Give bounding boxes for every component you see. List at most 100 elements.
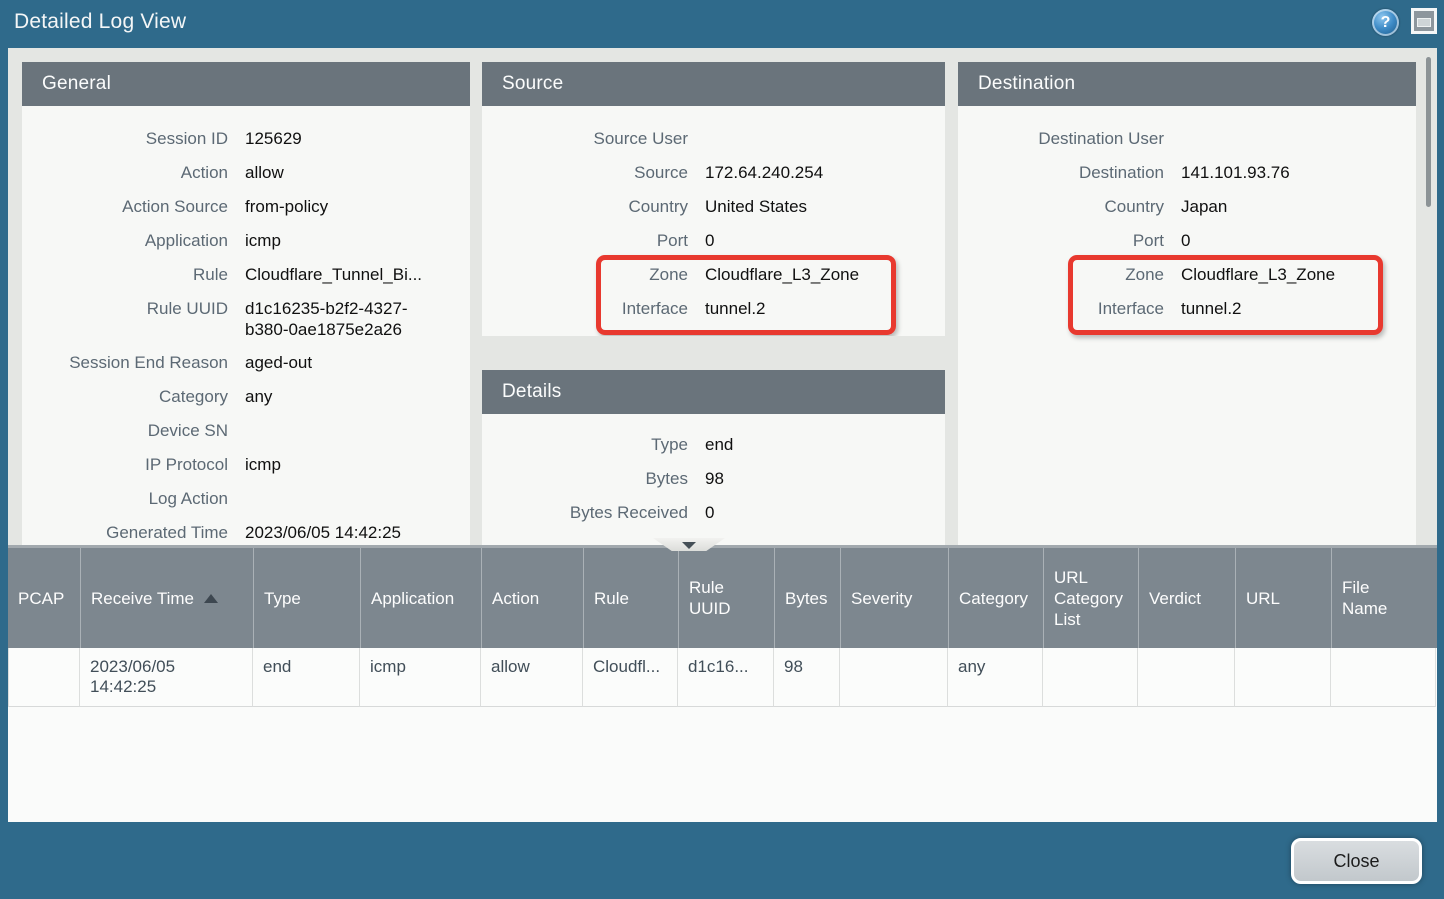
field-value: 0 (1181, 224, 1190, 258)
destination-panel-title: Destination (958, 62, 1416, 106)
field-value: 0 (705, 224, 714, 258)
col-header-label: Receive Time (91, 588, 194, 609)
col-header-url-category-list[interactable]: URL Category List (1043, 548, 1138, 648)
cell-rule: Cloudfl... (583, 648, 678, 707)
field-label: Generated Time (22, 516, 228, 545)
field-label: Zone (958, 258, 1164, 292)
general-panel-title: General (22, 62, 470, 106)
col-header-application[interactable]: Application (360, 548, 481, 648)
details-panel: Details Typeend Bytes98 Bytes Received0 (482, 370, 945, 545)
field-row-interface: Interfacetunnel.2 (482, 292, 945, 326)
field-label: Port (958, 224, 1164, 258)
field-row-bytes-received: Bytes Received0 (482, 496, 945, 530)
cell-action: allow (481, 648, 583, 707)
log-table-header: PCAP Receive Time Type Application Actio… (8, 548, 1437, 648)
col-header-label: Type (264, 588, 301, 609)
log-detail-panels-area: General Session ID125629 Actionallow Act… (8, 48, 1437, 545)
help-glyph: ? (1381, 14, 1391, 32)
source-panel: Source Source User Source 172.64.240.254 … (482, 62, 945, 336)
field-row-session-id: Session ID125629 (22, 122, 470, 156)
col-header-severity[interactable]: Severity (840, 548, 948, 648)
cell-pcap (8, 648, 80, 707)
field-row-interface: Interfacetunnel.2 (958, 292, 1416, 326)
field-label: Log Action (22, 482, 228, 516)
col-header-label: Application (371, 588, 454, 609)
chevron-down-icon (682, 542, 696, 549)
col-header-rule[interactable]: Rule (583, 548, 678, 648)
col-header-label: Verdict (1149, 588, 1201, 609)
field-row-zone: ZoneCloudflare_L3_Zone (482, 258, 945, 292)
field-value: 172.64.240.254 (705, 156, 823, 190)
col-header-label: Bytes (785, 588, 828, 609)
col-header-verdict[interactable]: Verdict (1138, 548, 1235, 648)
field-row-country: CountryUnited States (482, 190, 945, 224)
field-row-generated-time: Generated Time 2023/06/05 14:42:25 (22, 516, 470, 545)
field-value: United States (705, 190, 807, 224)
field-value: Japan (1181, 190, 1227, 224)
col-header-label: PCAP (18, 588, 64, 609)
field-value: 125629 (245, 122, 302, 156)
cell-rule-uuid: d1c16... (678, 648, 774, 707)
cell-file-name (1331, 648, 1436, 707)
cell-severity (840, 648, 948, 707)
col-header-category[interactable]: Category (948, 548, 1043, 648)
col-header-label: Rule (594, 588, 629, 609)
source-panel-body: Source User Source 172.64.240.254 Country… (482, 106, 945, 326)
cell-category: any (948, 648, 1043, 707)
help-icon[interactable]: ? (1372, 9, 1399, 36)
field-label: Interface (482, 292, 688, 326)
col-header-label: Action (492, 588, 539, 609)
col-header-rule-uuid[interactable]: Rule UUID (678, 548, 774, 648)
field-label: Category (22, 380, 228, 414)
field-value: from-policy (245, 190, 328, 224)
field-value: 2023/06/05 14:42:25 (245, 516, 401, 545)
cell-receive-time: 2023/06/05 14:42:25 (80, 648, 253, 707)
col-header-label: URL Category List (1054, 567, 1104, 630)
col-header-action[interactable]: Action (481, 548, 583, 648)
field-value: allow (245, 156, 284, 190)
field-row-country: CountryJapan (958, 190, 1416, 224)
field-label: Bytes (482, 462, 688, 496)
field-label: Source User (482, 122, 688, 156)
maximize-window-icon[interactable] (1411, 8, 1437, 34)
field-value: 98 (705, 462, 724, 496)
field-value: aged-out (245, 346, 312, 380)
field-label: Port (482, 224, 688, 258)
col-header-type[interactable]: Type (253, 548, 360, 648)
field-row-source: Source 172.64.240.254 (482, 156, 945, 190)
field-row-rule-uuid: Rule UUIDd1c16235-b2f2-4327-b380-0ae1875… (22, 292, 470, 346)
field-label: Rule (22, 258, 228, 292)
vertical-scrollbar-thumb[interactable] (1426, 57, 1431, 207)
general-panel: General Session ID125629 Actionallow Act… (22, 62, 470, 545)
log-table-section: PCAP Receive Time Type Application Actio… (8, 545, 1437, 822)
cell-url-category-list (1043, 648, 1138, 707)
field-row-log-action: Log Action (22, 482, 470, 516)
field-label: Session End Reason (22, 346, 228, 380)
col-header-receive-time[interactable]: Receive Time (80, 548, 253, 648)
field-value: d1c16235-b2f2-4327-b380-0ae1875e2a26 (245, 298, 430, 340)
field-value: 0 (705, 496, 714, 530)
source-panel-title: Source (482, 62, 945, 106)
col-header-label: Category (959, 588, 1028, 609)
field-row-source-user: Source User (482, 122, 945, 156)
log-table-row[interactable]: 2023/06/05 14:42:25 end icmp allow Cloud… (8, 648, 1437, 707)
field-row-device-sn: Device SN (22, 414, 470, 448)
titlebar: Detailed Log View ? (0, 0, 1444, 48)
field-row-ip-protocol: IP Protocolicmp (22, 448, 470, 482)
field-value: any (245, 380, 272, 414)
page-title: Detailed Log View (14, 10, 186, 34)
cell-application: icmp (360, 648, 481, 707)
close-button[interactable]: Close (1291, 838, 1422, 884)
field-label: Action Source (22, 190, 228, 224)
field-label: Device SN (22, 414, 228, 448)
field-label: Source (482, 156, 688, 190)
field-row-destination: Destination141.101.93.76 (958, 156, 1416, 190)
col-header-bytes[interactable]: Bytes (774, 548, 840, 648)
col-header-url[interactable]: URL (1235, 548, 1331, 648)
col-header-file-name[interactable]: File Name (1331, 548, 1436, 648)
field-row-session-end-reason: Session End Reason aged-out (22, 346, 470, 380)
col-header-pcap[interactable]: PCAP (8, 548, 80, 648)
field-label: Destination User (958, 122, 1164, 156)
details-panel-body: Typeend Bytes98 Bytes Received0 (482, 414, 945, 530)
field-value: icmp (245, 448, 281, 482)
